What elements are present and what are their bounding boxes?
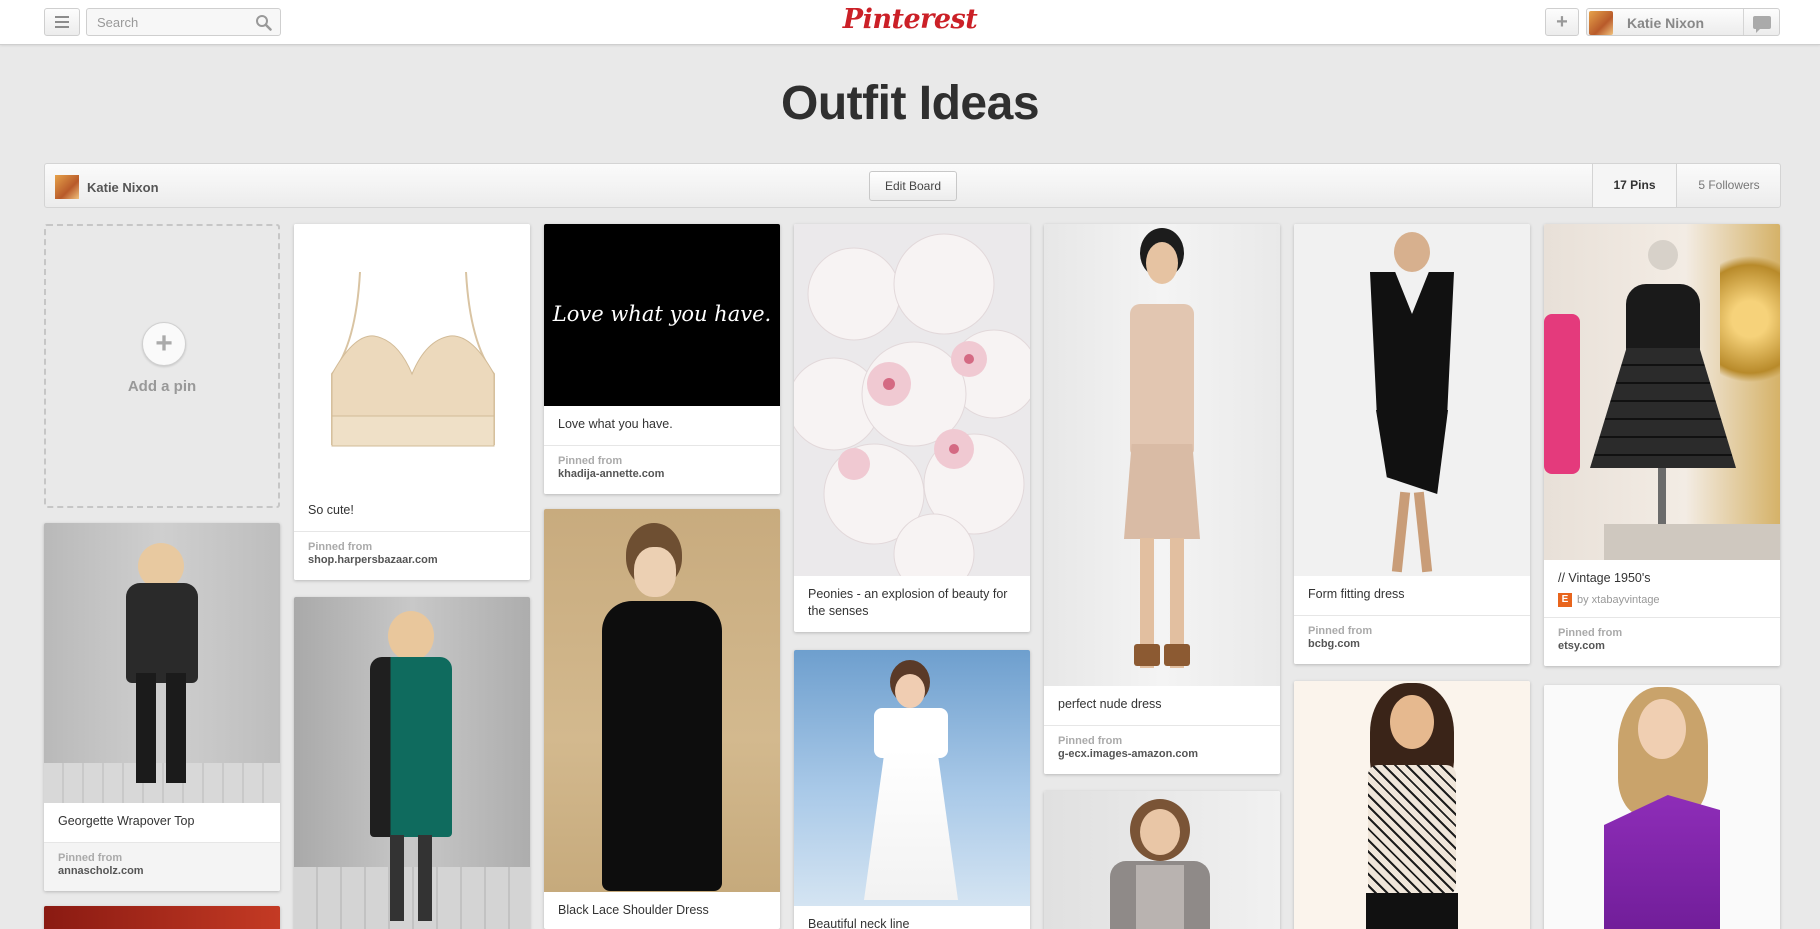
notifications-button[interactable] [1743, 9, 1779, 35]
pin-description: perfect nude dress [1058, 697, 1162, 711]
pin-description: Love what you have. [558, 417, 673, 431]
pin-source[interactable]: Pinned from shop.harpersbazaar.com [294, 531, 530, 580]
pin-description: Black Lace Shoulder Dress [558, 903, 709, 917]
edit-board-button[interactable]: Edit Board [869, 171, 957, 201]
pin-image[interactable] [294, 597, 530, 929]
owner-avatar[interactable] [55, 175, 79, 199]
pin-image[interactable] [294, 224, 530, 492]
add-button[interactable]: + [1545, 8, 1579, 36]
pin-image[interactable] [1544, 224, 1780, 560]
pin-card[interactable]: Form fitting dress Pinned from bcbg.com [1294, 224, 1530, 664]
add-pin-label: Add a pin [127, 378, 197, 395]
etsy-icon: E [1558, 593, 1572, 607]
top-navigation-bar: Pinterest + Katie Nixon [0, 0, 1820, 45]
pin-byline[interactable]: E by xtabayvintage [1544, 593, 1780, 617]
pin-card[interactable]: // Vintage 1950's E by xtabayvintage Pin… [1544, 224, 1780, 666]
source-domain[interactable]: annascholz.com [58, 865, 266, 877]
source-domain[interactable]: g-ecx.images-amazon.com [1058, 748, 1266, 760]
pins-count-tab[interactable]: 17 Pins [1592, 164, 1676, 207]
pin-image[interactable] [794, 650, 1030, 906]
pin-image[interactable] [1044, 791, 1280, 929]
pin-image[interactable]: Love what you have. [544, 224, 780, 406]
pin-image[interactable] [44, 906, 280, 929]
source-domain[interactable]: bcbg.com [1308, 638, 1516, 650]
pin-card[interactable] [44, 906, 280, 929]
pin-card[interactable]: So cute! Pinned from shop.harpersbazaar.… [294, 224, 530, 580]
pin-source[interactable]: Pinned from annascholz.com [44, 842, 280, 891]
pin-image[interactable] [1294, 681, 1530, 929]
pin-card[interactable]: Beautiful neck line [794, 650, 1030, 929]
pin-image[interactable] [1294, 224, 1530, 576]
pin-image[interactable] [544, 509, 780, 892]
pin-card[interactable]: Peonies - an explosion of beauty for the… [794, 224, 1030, 632]
pin-description: Georgette Wrapover Top [58, 814, 195, 828]
pin-source[interactable]: Pinned from khadija-annette.com [544, 445, 780, 494]
plus-icon: + [142, 322, 186, 366]
user-name: Katie Nixon [1627, 15, 1705, 31]
followers-count-tab[interactable]: 5 Followers [1676, 164, 1781, 207]
source-domain[interactable]: khadija-annette.com [558, 468, 766, 480]
message-icon [1752, 15, 1771, 33]
add-pin-tile[interactable]: + Add a pin [44, 224, 280, 508]
pin-card[interactable] [1544, 685, 1780, 929]
pin-card[interactable]: Love what you have. Love what you have. … [544, 224, 780, 494]
pin-image[interactable] [44, 523, 280, 803]
pin-card[interactable] [1044, 791, 1280, 929]
source-domain[interactable]: shop.harpersbazaar.com [308, 554, 516, 566]
pin-description: Beautiful neck line [808, 917, 910, 929]
pin-source[interactable]: Pinned from etsy.com [1544, 617, 1780, 666]
pin-card[interactable] [1294, 681, 1530, 929]
pin-card[interactable] [294, 597, 530, 929]
board-info-bar: Katie Nixon Edit Board 17 Pins 5 Followe… [44, 163, 1781, 208]
pin-card[interactable]: perfect nude dress Pinned from g-ecx.ima… [1044, 224, 1280, 774]
pin-image[interactable] [1544, 685, 1780, 929]
pin-description: So cute! [308, 503, 354, 517]
pin-card[interactable]: Georgette Wrapover Top Pinned from annas… [44, 523, 280, 891]
board-title: Outfit Ideas [780, 77, 1040, 130]
avatar [1589, 11, 1613, 35]
user-menu-button[interactable]: Katie Nixon [1586, 8, 1780, 36]
pin-image-text: Love what you have. [552, 302, 772, 326]
pin-description: Peonies - an explosion of beauty for the… [808, 587, 1008, 618]
pin-source[interactable]: Pinned from bcbg.com [1294, 615, 1530, 664]
pin-source[interactable]: Pinned from g-ecx.images-amazon.com [1044, 725, 1280, 774]
pin-image[interactable] [1044, 224, 1280, 686]
pin-image[interactable] [794, 224, 1030, 576]
board-owner-name[interactable]: Katie Nixon [87, 180, 159, 195]
pin-card[interactable]: Black Lace Shoulder Dress [544, 509, 780, 929]
source-domain[interactable]: etsy.com [1558, 640, 1766, 652]
pin-description: Form fitting dress [1308, 587, 1405, 601]
